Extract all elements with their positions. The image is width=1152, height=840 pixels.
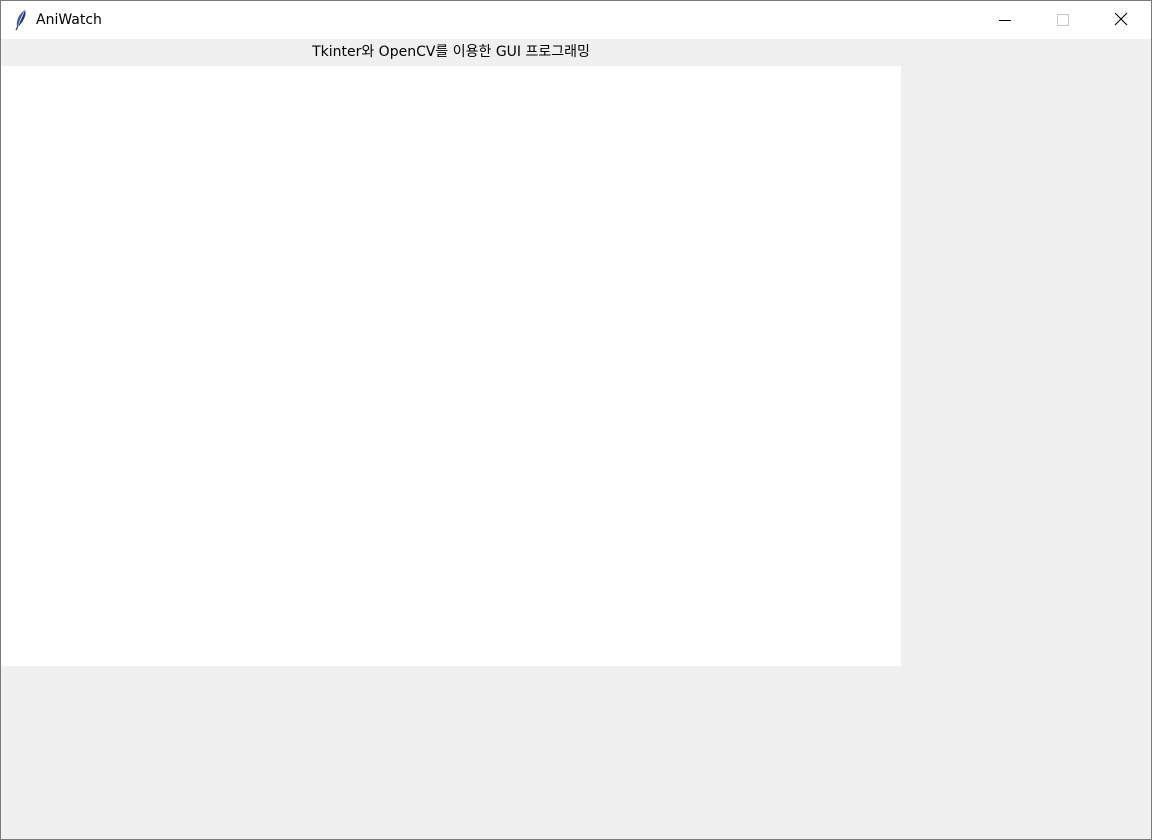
- client-area: Tkinter와 OpenCV를 이용한 GUI 프로그래밍: [1, 39, 1151, 839]
- maximize-button[interactable]: [1034, 1, 1092, 39]
- close-button[interactable]: [1092, 1, 1150, 39]
- close-icon: [1114, 11, 1128, 30]
- minimize-icon: [999, 11, 1011, 30]
- header-label: Tkinter와 OpenCV를 이용한 GUI 프로그래밍: [312, 44, 590, 60]
- title-bar[interactable]: AniWatch: [1, 1, 1151, 39]
- feather-icon: [13, 9, 29, 31]
- video-canvas: [1, 66, 901, 666]
- minimize-button[interactable]: [976, 1, 1034, 39]
- app-window: AniWatch Tkinter와 OpenCV를 이용한 GUI 프로그래밍: [0, 0, 1152, 840]
- maximize-icon: [1057, 11, 1069, 30]
- window-title: AniWatch: [36, 12, 102, 28]
